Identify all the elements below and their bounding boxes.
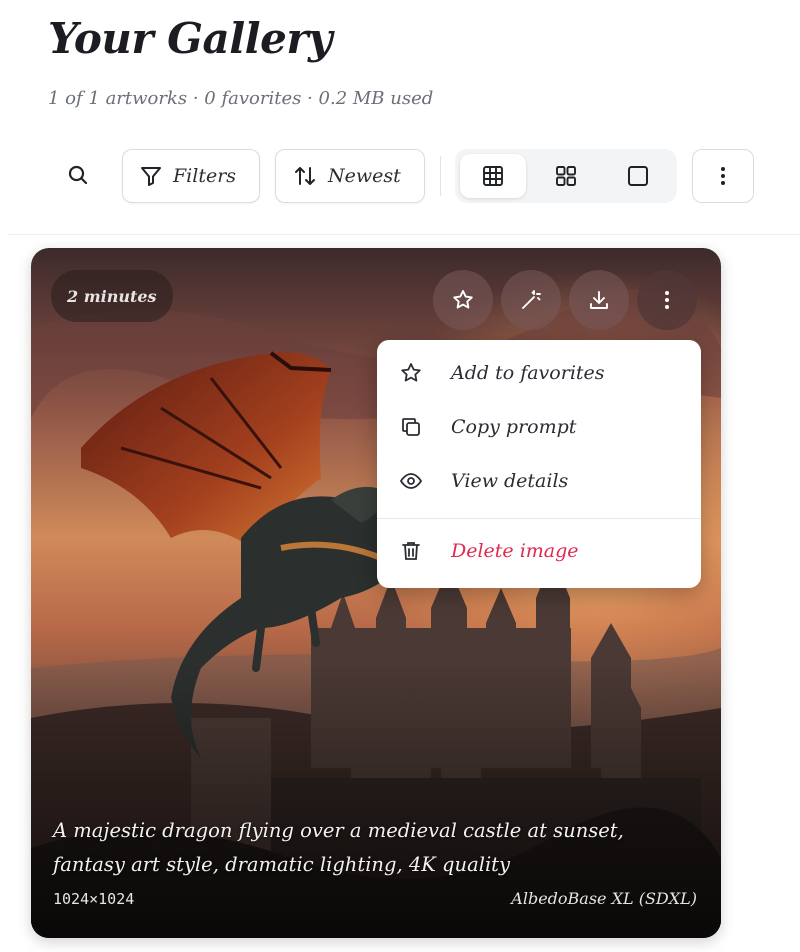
star-icon [453, 290, 473, 309]
menu-item-label: Copy prompt [451, 416, 577, 438]
menu-add-favorite[interactable]: Add to favorites [377, 348, 701, 398]
filters-button[interactable]: Filters [122, 149, 260, 203]
star-icon [401, 363, 421, 382]
grid-icon [556, 166, 576, 186]
artwork-card[interactable]: 2 minutes Add to favorites Copy prompt V… [31, 248, 721, 938]
toolbar: Filters Newest [50, 148, 760, 204]
header-divider [8, 234, 800, 235]
view-single-button[interactable] [605, 154, 671, 198]
single-icon [628, 166, 648, 186]
menu-delete-image[interactable]: Delete image [377, 526, 701, 576]
magic-wand-icon [522, 290, 541, 309]
menu-item-label: Add to favorites [451, 362, 605, 384]
menu-item-label: View details [451, 470, 569, 492]
card-context-menu: Add to favorites Copy prompt View detail… [377, 340, 701, 588]
view-mode-group [455, 149, 677, 203]
filter-icon [141, 167, 161, 186]
more-vertical-icon [721, 167, 725, 185]
menu-copy-prompt[interactable]: Copy prompt [377, 402, 701, 452]
toolbar-more-button[interactable] [692, 149, 754, 203]
search-icon [68, 165, 88, 185]
more-vertical-icon [665, 291, 669, 309]
menu-divider [377, 518, 701, 519]
view-grid-button[interactable] [533, 154, 599, 198]
filters-label: Filters [173, 165, 237, 187]
eye-icon [399, 473, 423, 489]
artwork-prompt: A majestic dragon flying over a medieval… [53, 819, 624, 876]
sort-arrows-icon [295, 167, 315, 185]
favorite-button[interactable] [433, 270, 493, 330]
card-more-button[interactable] [637, 270, 697, 330]
grid-dense-icon [483, 166, 503, 186]
menu-item-label: Delete image [451, 540, 579, 562]
gallery-stats: 1 of 1 artworks · 0 favorites · 0.2 MB u… [48, 88, 434, 109]
artwork-dimensions: 1024×1024 [53, 890, 135, 908]
artwork-model: AlbedoBase XL (SDXL) [511, 889, 697, 908]
menu-view-details[interactable]: View details [377, 456, 701, 506]
trash-icon [402, 542, 420, 560]
copy-icon [402, 418, 420, 436]
download-icon [590, 291, 608, 309]
search-button[interactable] [50, 148, 106, 202]
view-grid-dense-button[interactable] [460, 154, 526, 198]
toolbar-divider [440, 156, 441, 196]
time-ago-badge: 2 minutes [51, 270, 173, 322]
sort-label: Newest [328, 165, 401, 187]
sort-button[interactable]: Newest [275, 149, 425, 203]
page-title: Your Gallery [48, 14, 332, 63]
download-button[interactable] [569, 270, 629, 330]
enhance-button[interactable] [501, 270, 561, 330]
